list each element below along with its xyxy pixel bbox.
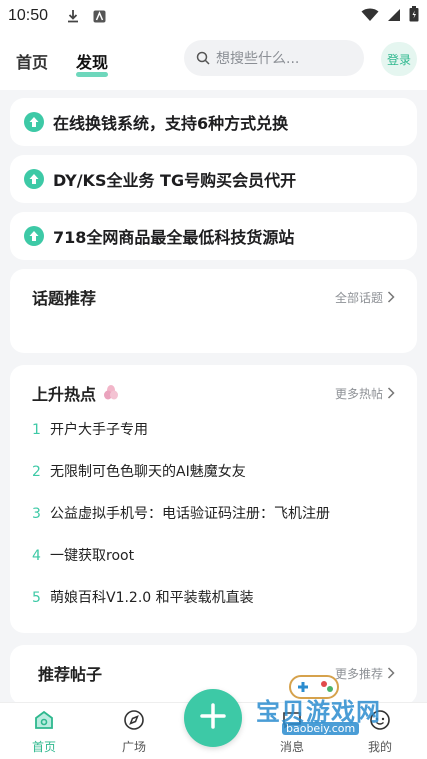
hot-title: 无限制可色色聊天的AI魅魔女友 bbox=[50, 464, 246, 480]
nav-messages[interactable]: 消息 bbox=[262, 709, 322, 755]
status-time: 10:50 bbox=[8, 7, 49, 24]
download-icon bbox=[66, 9, 80, 23]
tab-discover[interactable]: 发现 bbox=[76, 49, 109, 77]
hot-topics-card: 上升热点 更多热帖 1 开户大手子专用 2 无限制可色色聊天的AI魅魔女友 3 … bbox=[10, 365, 417, 633]
login-button[interactable]: 登录 bbox=[381, 42, 417, 76]
more-recommend-label: 更多推荐 bbox=[334, 666, 383, 681]
hot-topics-title: 上升热点 bbox=[32, 381, 120, 405]
search-icon bbox=[196, 51, 210, 65]
status-bar: 10:50 bbox=[0, 0, 427, 32]
arrow-up-icon bbox=[24, 169, 44, 189]
flower-icon bbox=[102, 384, 120, 402]
notice-item[interactable]: 718全网商品最全最低科技货源站 bbox=[10, 212, 417, 260]
hot-item[interactable]: 3 公益虚拟手机号：电话验证码注册：飞机注册 bbox=[32, 503, 395, 545]
chevron-right-icon bbox=[387, 387, 395, 399]
all-topics-label: 全部话题 bbox=[334, 290, 383, 305]
notice-text: 在线换钱系统，支持6种方式兑换 bbox=[53, 114, 289, 133]
tab-home[interactable]: 首页 bbox=[16, 49, 48, 73]
more-hot-label: 更多热帖 bbox=[334, 386, 383, 401]
search-input[interactable]: 想搜些什么... bbox=[184, 40, 364, 76]
hot-item[interactable]: 1 开户大手子专用 bbox=[32, 419, 395, 461]
bottom-nav: 首页 广场 消息 我的 bbox=[0, 689, 427, 759]
hot-rank: 2 bbox=[32, 464, 41, 480]
nav-messages-label: 消息 bbox=[279, 740, 304, 754]
hot-topics-title-text: 上升热点 bbox=[32, 385, 97, 404]
nav-home[interactable]: 首页 bbox=[14, 709, 74, 755]
notice-item[interactable]: DY/KS全业务 TG号购买会员代开 bbox=[10, 155, 417, 203]
hot-item[interactable]: 5 萌娘百科V1.2.0 和平装载机直装 bbox=[32, 587, 395, 629]
hot-rank: 5 bbox=[32, 590, 41, 606]
hot-rank: 3 bbox=[32, 506, 41, 522]
battery-icon bbox=[409, 6, 419, 26]
recommend-posts-title: 推荐帖子 bbox=[38, 665, 103, 684]
arrow-up-icon bbox=[24, 112, 44, 132]
chevron-right-icon bbox=[387, 291, 395, 303]
hot-title: 公益虚拟手机号：电话验证码注册：飞机注册 bbox=[50, 506, 330, 522]
topic-recommend-title: 话题推荐 bbox=[32, 289, 97, 308]
arrow-up-icon bbox=[24, 226, 44, 246]
notice-item[interactable]: 在线换钱系统，支持6种方式兑换 bbox=[10, 98, 417, 146]
all-topics-link[interactable]: 全部话题 bbox=[335, 289, 395, 306]
hot-title: 一键获取root bbox=[50, 548, 135, 564]
home-icon bbox=[33, 710, 55, 734]
main-content: 在线换钱系统，支持6种方式兑换 DY/KS全业务 TG号购买会员代开 718全网… bbox=[0, 90, 427, 702]
search-placeholder: 想搜些什么... bbox=[216, 51, 300, 67]
hot-list: 1 开户大手子专用 2 无限制可色色聊天的AI魅魔女友 3 公益虚拟手机号：电话… bbox=[32, 419, 395, 629]
notice-text: DY/KS全业务 TG号购买会员代开 bbox=[53, 171, 297, 190]
hot-item[interactable]: 4 一键获取root bbox=[32, 545, 395, 587]
wifi-icon bbox=[361, 7, 379, 26]
more-recommend-link[interactable]: 更多推荐 bbox=[335, 665, 395, 682]
nav-square-label: 广场 bbox=[121, 740, 146, 754]
hot-rank: 4 bbox=[32, 548, 41, 564]
nav-mine-label: 我的 bbox=[367, 740, 392, 754]
message-icon bbox=[281, 712, 303, 734]
more-hot-link[interactable]: 更多热帖 bbox=[335, 385, 395, 402]
user-icon bbox=[369, 710, 391, 734]
hot-item[interactable]: 2 无限制可色色聊天的AI魅魔女友 bbox=[32, 461, 395, 503]
notice-text: 718全网商品最全最低科技货源站 bbox=[53, 228, 295, 247]
nav-square[interactable]: 广场 bbox=[104, 709, 164, 755]
compass-icon bbox=[123, 710, 145, 734]
nav-home-label: 首页 bbox=[31, 740, 56, 754]
hot-title: 萌娘百科V1.2.0 和平装载机直装 bbox=[50, 590, 254, 606]
signal-icon bbox=[387, 7, 401, 26]
hot-rank: 1 bbox=[32, 422, 41, 438]
nav-mine[interactable]: 我的 bbox=[350, 709, 410, 755]
hot-title: 开户大手子专用 bbox=[50, 422, 148, 438]
topic-recommend-card: 话题推荐 全部话题 bbox=[10, 269, 417, 353]
chevron-right-icon bbox=[387, 667, 395, 679]
app-notification-icon bbox=[92, 9, 106, 23]
top-header: 首页 发现 想搜些什么... 登录 bbox=[0, 32, 427, 90]
create-post-button[interactable] bbox=[184, 689, 242, 747]
plus-icon bbox=[200, 703, 226, 733]
